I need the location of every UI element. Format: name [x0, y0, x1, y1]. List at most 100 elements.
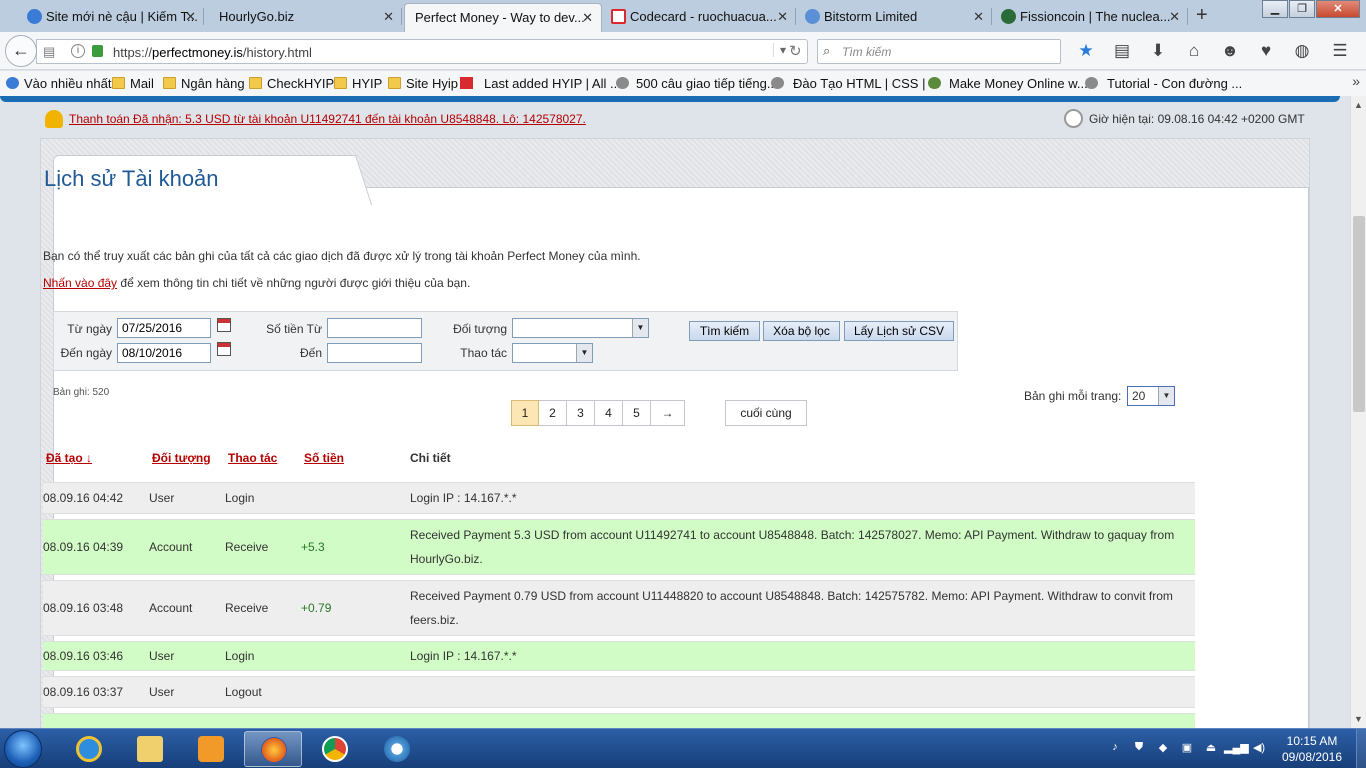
shield-icon[interactable]: ⛊	[1128, 741, 1150, 757]
taskbar-chrome[interactable]	[306, 731, 364, 767]
close-tab-icon[interactable]: ✕	[185, 3, 196, 30]
info-icon[interactable]: i	[71, 44, 85, 58]
adblock-icon[interactable]: ◍	[1284, 40, 1320, 62]
last-page-button[interactable]: cuối cùng	[725, 400, 807, 426]
taskbar-explorer[interactable]	[121, 731, 179, 767]
scrollbar-thumb[interactable]	[1353, 216, 1365, 412]
sort-created-header[interactable]: Đã tạo ↓	[46, 451, 92, 465]
bookmark-item[interactable]: CheckHYIP	[249, 76, 334, 91]
chrome-icon	[322, 736, 348, 762]
search-button[interactable]: Tìm kiếm	[689, 321, 760, 341]
page-2-button[interactable]: 2	[539, 400, 567, 426]
pocket-icon[interactable]: ♥	[1248, 40, 1284, 62]
object-select[interactable]: ▼	[512, 318, 649, 338]
scroll-up-icon[interactable]: ▲	[1354, 100, 1363, 110]
tab-fissioncoin[interactable]: Fissioncoin | The nuclea... ✕	[994, 3, 1188, 32]
vertical-scrollbar[interactable]: ▲ ▼	[1350, 96, 1366, 728]
minimize-icon[interactable]: ▁	[1262, 0, 1288, 18]
table-row: 08.09.16 03:48 Account Receive +0.79 Rec…	[43, 580, 1195, 636]
amount-to-field[interactable]	[327, 343, 422, 363]
menu-icon[interactable]: ☰	[1320, 40, 1360, 62]
chevron-down-icon: ▼	[632, 319, 648, 337]
to-date-field[interactable]: 08/10/2016	[117, 343, 211, 363]
referral-link[interactable]: Nhấn vào đây	[43, 276, 117, 290]
show-desktop-button[interactable]	[1356, 729, 1366, 768]
music-icon[interactable]: ♪	[1104, 741, 1126, 757]
page-actions-icon[interactable]: ▤	[43, 44, 55, 60]
lock-icon[interactable]	[92, 45, 103, 57]
per-page-select[interactable]: 20 ▼	[1127, 386, 1175, 406]
close-window-icon[interactable]: ✕	[1316, 0, 1360, 18]
start-button[interactable]	[4, 730, 42, 768]
sort-action-header[interactable]: Thao tác	[228, 451, 277, 465]
close-tab-icon[interactable]: ✕	[582, 4, 593, 31]
close-tab-icon[interactable]: ✕	[973, 3, 984, 30]
back-button[interactable]: ←	[5, 35, 37, 67]
bookmark-item[interactable]: Make Money Online w...	[928, 76, 1088, 91]
clear-filter-button[interactable]: Xóa bộ lọc	[763, 321, 840, 341]
bookmarks-list-icon[interactable]: ▤	[1104, 40, 1140, 62]
search-input[interactable]: ⌕ Tìm kiếm	[817, 39, 1061, 64]
close-tab-icon[interactable]: ✕	[777, 3, 788, 30]
page-5-button[interactable]: 5	[623, 400, 651, 426]
from-date-field[interactable]: 07/25/2016	[117, 318, 211, 338]
home-icon[interactable]: ⌂	[1176, 40, 1212, 62]
taskbar-app[interactable]	[368, 731, 426, 767]
hello-icon[interactable]: ☻	[1212, 40, 1248, 62]
safely-remove-icon[interactable]: ⏏	[1200, 741, 1222, 757]
bookmark-item[interactable]: 500 câu giao tiếp tiếng...	[616, 76, 778, 91]
sort-amount-header[interactable]: Số tiền	[304, 451, 344, 465]
reload-icon[interactable]: ↻	[789, 42, 802, 60]
url-text[interactable]: https://perfectmoney.is/history.html	[113, 45, 312, 60]
bookmark-star-icon[interactable]: ★	[1068, 40, 1104, 62]
bookmark-item[interactable]: Site Hyip	[388, 76, 458, 91]
row-object: User	[149, 491, 175, 505]
tab-label: Codecard - ruochuacua...	[630, 9, 777, 24]
taskbar-media[interactable]	[182, 731, 240, 767]
page-1-button[interactable]: 1	[511, 400, 539, 426]
tab-codecard[interactable]: Codecard - ruochuacua... ✕	[604, 3, 796, 32]
bitstorm-icon	[805, 9, 820, 24]
sort-object-header[interactable]: Đối tượng	[152, 451, 211, 465]
network-app-icon[interactable]: ◆	[1152, 741, 1174, 757]
bookmark-item[interactable]: Đào Tạo HTML | CSS | ...	[771, 76, 940, 91]
tab-kiem-tien[interactable]: Site mới nè cậu | Kiếm T... ✕	[20, 3, 204, 32]
scroll-down-icon[interactable]: ▼	[1354, 714, 1363, 724]
new-tab-button[interactable]: +	[1196, 4, 1208, 27]
csv-export-button[interactable]: Lấy Lịch sử CSV	[844, 321, 954, 341]
page-4-button[interactable]: 4	[595, 400, 623, 426]
tab-hourlygo[interactable]: HourlyGo.biz ✕	[210, 3, 402, 32]
download-icon[interactable]: ⬇	[1140, 40, 1176, 62]
next-page-button[interactable]: →	[651, 400, 685, 426]
bookmark-item[interactable]: Tutorial - Con đường ...	[1085, 76, 1242, 91]
bookmark-item[interactable]: Last added HYIP | All ...	[460, 76, 621, 91]
address-bar[interactable]: ▤ i https://perfectmoney.is/history.html…	[36, 39, 808, 64]
volume-icon[interactable]: ◀)	[1248, 741, 1270, 757]
tab-label: Perfect Money - Way to dev...	[415, 10, 585, 25]
action-select[interactable]: ▼	[512, 343, 593, 363]
payment-notice-link[interactable]: Thanh toán Đã nhận: 5.3 USD từ tài khoản…	[69, 112, 586, 126]
url-dropdown-icon[interactable]: ▾	[773, 43, 786, 57]
taskbar-ie[interactable]	[60, 731, 118, 767]
signal-icon[interactable]: ▂▄▆	[1224, 741, 1249, 757]
bookmark-item[interactable]: Vào nhiều nhất	[6, 76, 111, 91]
row-action: Receive	[225, 540, 269, 554]
bookmark-item[interactable]: HYIP	[334, 76, 382, 91]
calendar-icon[interactable]	[217, 318, 231, 332]
chevron-down-icon: ▼	[576, 344, 592, 362]
taskbar-firefox[interactable]	[244, 731, 302, 767]
tab-bitstorm[interactable]: Bitstorm Limited ✕	[798, 3, 992, 32]
display-icon[interactable]: ▣	[1176, 741, 1198, 757]
taskbar-clock[interactable]: 10:15 AM 09/08/2016	[1270, 733, 1354, 765]
close-tab-icon[interactable]: ✕	[1169, 3, 1180, 30]
bookmarks-overflow-icon[interactable]: »	[1352, 73, 1360, 89]
calendar-icon[interactable]	[217, 342, 231, 356]
bookmark-item[interactable]: Mail	[112, 76, 154, 91]
page-3-button[interactable]: 3	[567, 400, 595, 426]
bookmark-item[interactable]: Ngân hàng	[163, 76, 245, 91]
maximize-icon[interactable]: ❐	[1289, 0, 1315, 18]
tab-perfect-money[interactable]: Perfect Money - Way to dev... ✕	[404, 3, 602, 32]
detail-header: Chi tiết	[410, 451, 451, 465]
amount-from-field[interactable]	[327, 318, 422, 338]
close-tab-icon[interactable]: ✕	[383, 3, 394, 30]
